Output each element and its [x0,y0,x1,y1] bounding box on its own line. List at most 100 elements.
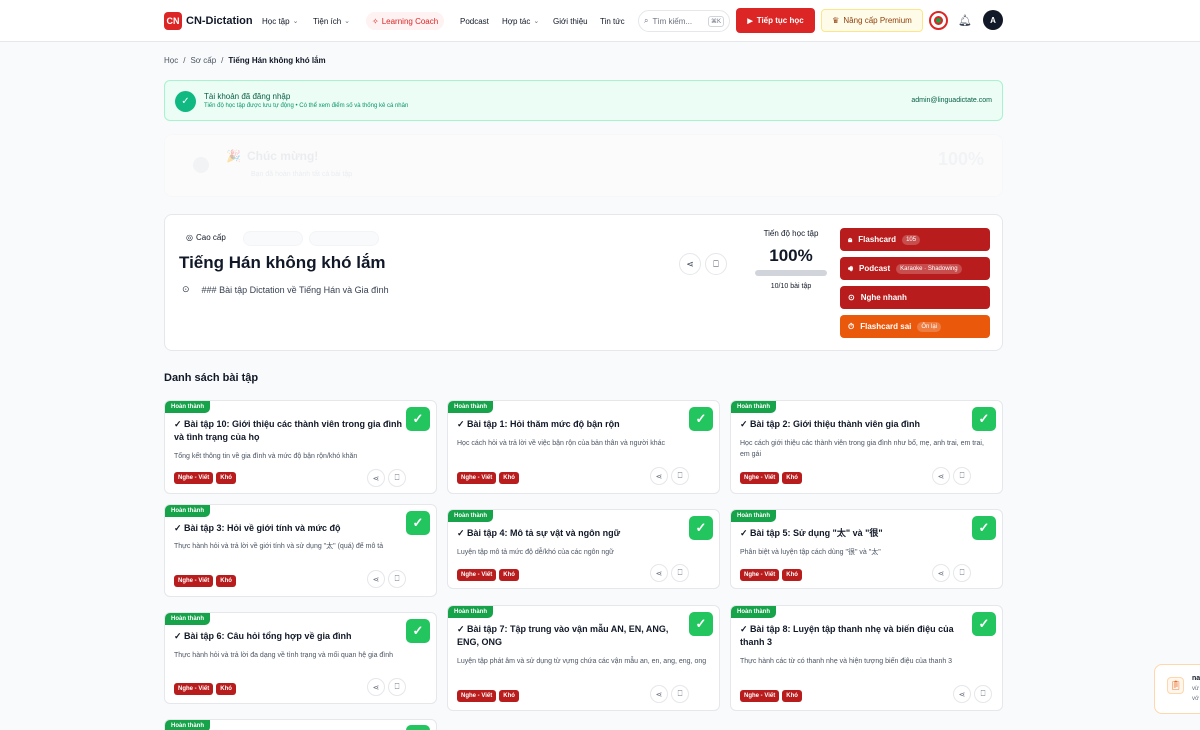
exercise-title: ✓ Bài tập 7: Tập trung vào vận mẫu AN, E… [457,624,669,647]
exercise-card[interactable]: Hoàn thành ✓ ✓ Bài tập 3: Hỏi về giới tí… [164,504,437,597]
share-icon[interactable]: ⋖ [367,678,385,696]
exercise-card[interactable]: Hoàn thành ✓ ✓ Bài tập 5: Sử dụng "太" và… [730,509,1003,589]
login-banner-subtitle: Tiến độ học tập được lưu tự động • Có th… [204,103,409,109]
nav-item-hoc-tap[interactable]: Học tập ⌄ [262,0,298,42]
exercise-description: Thực hành hỏi và trả lời về giới tính và… [174,543,384,550]
bookmark-icon[interactable]: ⎕ [388,678,406,696]
exercise-card[interactable]: Hoàn thành ✓ [164,719,437,730]
share-icon[interactable]: ⋖ [650,564,668,582]
share-icon[interactable]: ⋖ [650,685,668,703]
check-icon: ✓ [972,407,996,431]
exercise-card[interactable]: Hoàn thành ✓ ✓ Bài tập 6: Câu hỏi tổng h… [164,612,437,704]
exercise-card[interactable]: Hoàn thành ✓ ✓ Bài tập 8: Luyện tập than… [730,605,1003,711]
crown-icon: ♛ [832,16,840,25]
exercise-card[interactable]: Hoàn thành ✓ ✓ Bài tập 2: Giới thiệu thà… [730,400,1003,494]
check-icon: ✓ [406,407,430,431]
check-icon: ✓ [689,612,713,636]
bookmark-icon[interactable]: ⎕ [953,564,971,582]
shield-check-icon: ◎ [186,233,193,242]
share-icon[interactable]: ⋖ [932,467,950,485]
wrong-flashcard-button[interactable]: ⏱︎ Flashcard sai Ôn lại [840,315,990,338]
continue-learning-button[interactable]: ▶ Tiếp tục học [736,8,815,33]
exercise-tags: Nghe - Viết Khó [740,690,802,702]
exercise-card[interactable]: Hoàn thành ✓ ✓ Bài tập 10: Giới thiệu cá… [164,400,437,494]
upgrade-premium-label: Nâng cấp Premium [843,16,912,25]
upgrade-premium-button[interactable]: ♛ Nâng cấp Premium [821,9,923,32]
tag-type: Nghe - Viết [457,569,497,581]
bookmark-icon[interactable]: ⎕ [953,467,971,485]
breadcrumb-item[interactable]: Sơ cấp [190,56,216,65]
exercise-tags: Nghe - Viết Khó [174,472,236,484]
search-shortcut: ⌘K [707,15,724,27]
exercise-tags: Nghe - Viết Khó [740,472,802,484]
tag-difficulty: Khó [216,472,236,484]
podcast-button[interactable]: 🔊︎ Podcast Karaoke · Shadowing [840,257,990,280]
nav-item-tien-ich[interactable]: Tiện ích ⌄ [313,0,350,42]
nav-item-tin-tuc[interactable]: Tin tức [600,0,625,42]
chevron-down-icon: ⌄ [344,18,351,25]
status-badge: Hoàn thành [165,613,210,625]
continue-learning-label: Tiếp tục học [756,16,804,25]
notification-toast[interactable]: 📋︎ na vừ vớ [1154,664,1200,714]
bookmark-icon[interactable]: ⎕ [671,685,689,703]
share-icon[interactable]: ⋖ [953,685,971,703]
check-icon: ✓ [406,511,430,535]
tag-difficulty: Khó [499,472,519,484]
check-icon: ✓ [689,516,713,540]
bookmark-icon[interactable]: ⎕ [671,564,689,582]
search-input[interactable]: ⌕ Tìm kiếm... ⌘K [638,10,730,32]
exercise-tags: Nghe - Viết Khó [457,690,519,702]
exercise-title: ✓ Bài tập 3: Hỏi về giới tính và mức độ [174,523,341,533]
exercise-card[interactable]: Hoàn thành ✓ ✓ Bài tập 1: Hỏi thăm mức đ… [447,400,720,494]
exercise-tags: Nghe - Viết Khó [174,575,236,587]
tag-type: Nghe - Viết [457,472,497,484]
exercise-title: ✓ Bài tập 10: Giới thiệu các thành viên … [174,419,402,442]
exercise-description: Thực hành hỏi và trả lời đa dạng về tình… [174,652,394,659]
status-badge: Hoàn thành [731,606,776,618]
flag-icon[interactable] [929,11,948,30]
nav-item-gioi-thieu[interactable]: Giới thiệu [553,0,588,42]
share-icon[interactable]: ⋖ [367,469,385,487]
level-label: Cao cấp [195,233,226,242]
nav-item-hop-tac[interactable]: Hợp tác ⌄ [502,0,539,42]
check-icon: ✓ [406,619,430,643]
nav-item-learning-coach[interactable]: ✧ Learning Coach [366,12,445,30]
bookmark-icon[interactable]: ⎕ [388,570,406,588]
nav-item-podcast[interactable]: Podcast [460,0,489,42]
logo-text[interactable]: CN-Dictation [186,0,253,42]
exercise-card[interactable]: Hoàn thành ✓ ✓ Bài tập 4: Mô tả sự vật v… [447,509,720,589]
status-badge: Hoàn thành [165,505,210,517]
nav-item-label: Hợp tác [502,16,531,26]
bookmark-button[interactable]: ⎕ [705,253,727,275]
bookmark-icon[interactable]: ⎕ [671,467,689,485]
sparkle-icon: ✧ [372,16,379,26]
login-email: admin@linguadictate.com [911,97,992,104]
bookmark-icon[interactable]: ⎕ [974,685,992,703]
avatar[interactable]: A [983,10,1003,30]
logo-icon[interactable]: CN [164,12,182,30]
progress-value: 100% [769,246,813,265]
share-icon[interactable]: ⋖ [932,564,950,582]
share-icon[interactable]: ⋖ [367,570,385,588]
bookmark-icon[interactable]: ⎕ [388,469,406,487]
exercise-description: Luyện tập phát âm và sử dụng từ vựng chứ… [457,658,707,665]
quick-listen-button[interactable]: ⊙ Nghe nhanh [840,286,990,309]
section-title: Danh sách bài tập [164,372,259,384]
tag-difficulty: Khó [216,683,236,695]
search-placeholder: Tìm kiếm... [652,16,693,26]
play-circle-icon: ⊙ [848,293,855,302]
share-icon[interactable]: ⋖ [650,467,668,485]
share-button[interactable]: ⋖ [679,253,701,275]
tag-type: Nghe - Viết [740,472,780,484]
nav-item-label: Học tập [262,16,290,26]
exercise-title: ✓ Bài tập 5: Sử dụng "太" và "很" [740,528,883,538]
status-badge: Hoàn thành [731,401,776,413]
status-badge: Hoàn thành [448,401,493,413]
exercise-tags: Nghe - Viết Khó [174,683,236,695]
share-icon: ⋖ [686,258,694,269]
bell-icon[interactable]: 🔔︎ [958,13,972,27]
flashcard-button[interactable]: 🔒︎ Flashcard 105 [840,228,990,251]
breadcrumb-item[interactable]: Học [164,56,178,65]
course-header: ◎ Cao cấp Tiếng Hán không khó lắm ⊙ ### Bà… [164,214,1003,351]
exercise-card[interactable]: Hoàn thành ✓ ✓ Bài tập 7: Tập trung vào … [447,605,720,711]
